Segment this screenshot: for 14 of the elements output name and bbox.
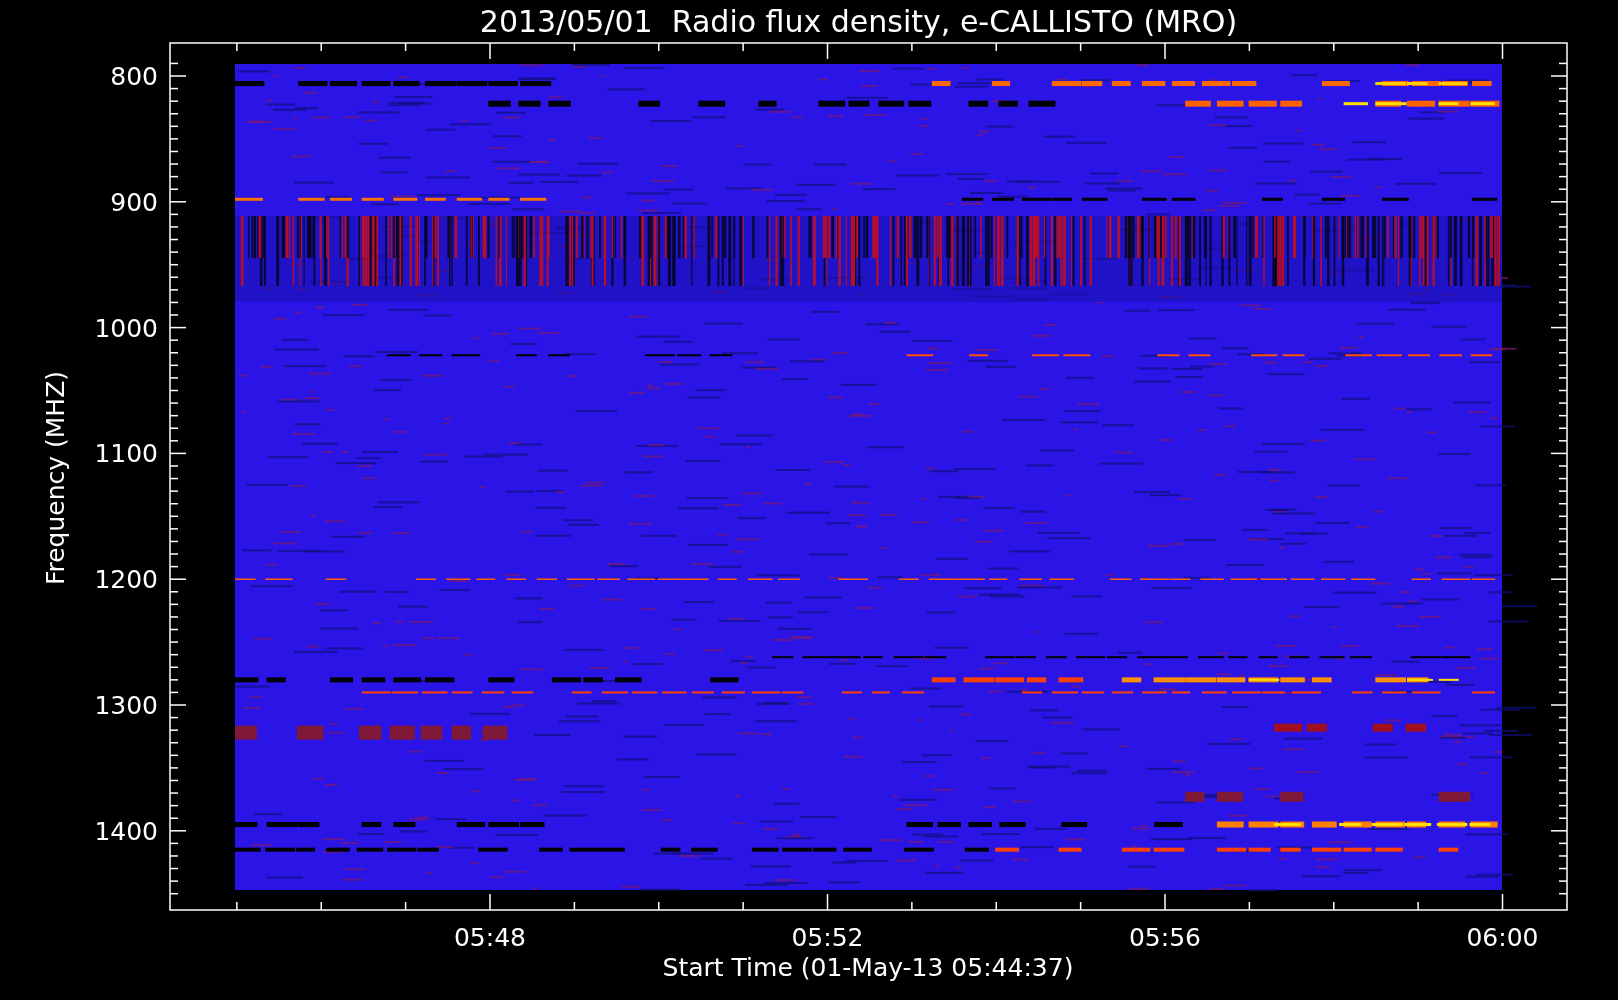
axis-tick-label: 05:48 bbox=[454, 923, 526, 952]
axis-tick-label: 1400 bbox=[94, 816, 158, 846]
axis-tick-label: 05:52 bbox=[791, 923, 864, 952]
axis-tick-label: 800 bbox=[110, 62, 158, 91]
axis-tick-label: 1000 bbox=[94, 313, 158, 343]
axis-tick-label: 1100 bbox=[94, 439, 158, 469]
axis-tick-label: 900 bbox=[110, 187, 158, 217]
axis-tick-label: 1200 bbox=[94, 565, 158, 595]
axis-title: Frequency (MHZ) bbox=[41, 370, 70, 586]
axis-tick-label: 06:00 bbox=[1466, 923, 1539, 952]
chart-title: 2013/05/01 Radio flux density, e-CALLISTO (MRO) bbox=[479, 4, 1238, 39]
axis-title: Start Time (01-May-13 05:44:37) bbox=[662, 953, 1074, 982]
axis-tick-label: 05:56 bbox=[1129, 923, 1201, 952]
axis-tick-label: 1300 bbox=[94, 691, 158, 720]
